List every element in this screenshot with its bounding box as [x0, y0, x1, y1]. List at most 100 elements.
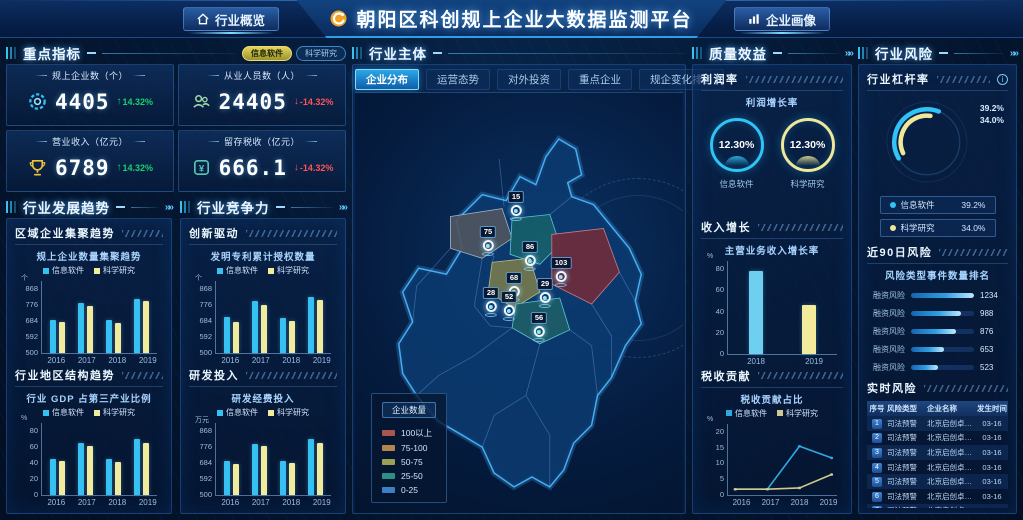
map-marker[interactable]: 75	[480, 226, 496, 256]
industry-main-title: 行业主体	[369, 43, 427, 63]
tab-企业分布[interactable]: 企业分布	[355, 69, 419, 90]
map-marker[interactable]: 29	[537, 278, 553, 308]
axis-tick: 500	[199, 348, 212, 357]
risk-type: 司法预警	[887, 491, 927, 502]
bar	[252, 301, 258, 353]
section-title: 行业地区结构趋势	[15, 367, 115, 383]
occur-time: 03-16	[976, 448, 1008, 457]
bar	[280, 318, 286, 353]
hatch-decoration	[246, 372, 337, 379]
gdp-share-chart: 行业 GDP 占第三产业比例信息软件科学研究%80604020020162017…	[15, 388, 163, 508]
y-axis-unit: 个	[21, 273, 28, 283]
row-index-badge: 5	[872, 477, 882, 487]
risk-table-row[interactable]: 4司法预警北京启创卓越科技有限公司03-16	[867, 460, 1008, 475]
chart-legend-item: 信息软件	[43, 265, 84, 276]
legend-item: 75-100	[382, 443, 436, 453]
axis-tick: 500	[199, 490, 212, 499]
risk-table-row[interactable]: 1司法预警北京启创卓越科技有限公司03-16	[867, 416, 1008, 431]
risk-table-row[interactable]: 6司法预警北京启创卓越科技有限公司03-16	[867, 489, 1008, 504]
title-line	[102, 53, 236, 54]
map-marker[interactable]: 52	[501, 291, 517, 321]
tab-运营态势[interactable]: 运营态势	[426, 69, 490, 90]
marker-value: 75	[480, 226, 496, 238]
more-chevrons-icon[interactable]: »»	[845, 48, 852, 59]
rank-value: 876	[980, 327, 1006, 336]
map-marker[interactable]: 86	[522, 241, 538, 271]
rank-bar-fill	[911, 293, 974, 298]
risk-table-row[interactable]: 3司法预警北京启创卓越科技有限公司03-16	[867, 445, 1008, 460]
map-legend-items: 100以上75-10050-7525-500-25	[382, 427, 436, 495]
up-arrow-icon: ↑	[117, 96, 122, 107]
panel-title-bars-icon	[352, 47, 363, 59]
card-value: 6789	[55, 156, 110, 180]
leverage-legend-item: 信息软件39.2%	[880, 196, 996, 214]
title-dash	[276, 206, 285, 208]
gauge-row: 12.30%信息软件12.30%科学研究	[701, 118, 843, 190]
toggle-信息软件[interactable]: 信息软件	[242, 46, 292, 61]
axis-label: 2016	[733, 498, 751, 507]
axis-label: 2018	[747, 357, 765, 366]
risk-table-row[interactable]: 5司法预警北京启创卓越科技有限公司03-16	[867, 474, 1008, 489]
title-line	[788, 53, 839, 54]
risk-type: 司法预警	[887, 505, 927, 508]
more-chevrons-icon[interactable]: »»	[339, 202, 346, 213]
risk-table-row[interactable]: 2司法预警北京启创卓越科技有限公司03-16	[867, 431, 1008, 446]
axis-label: 2019	[313, 498, 331, 507]
tax-contribution-chart: 税收贡献占比信息软件科学研究%201510502016201720182019	[701, 389, 843, 508]
row-index-badge: 2	[872, 433, 882, 443]
toggle-科学研究[interactable]: 科学研究	[296, 46, 346, 61]
row-index-badge: 4	[872, 463, 882, 473]
chart-title: 风险类型事件数量排名	[867, 268, 1008, 282]
legend-swatch-icon	[217, 268, 223, 274]
bar	[106, 320, 112, 353]
rank-label: 融资风险	[869, 308, 905, 319]
legend-swatch-icon	[777, 410, 783, 416]
callout-info-software: 39.2%	[980, 102, 1004, 114]
nav-industry-overview[interactable]: 行业概览	[183, 7, 279, 31]
chart-legend: 信息软件科学研究	[701, 408, 843, 419]
legend-swatch	[382, 487, 395, 493]
legend-item: 100以上	[382, 427, 436, 439]
chart-title: 行业 GDP 占第三产业比例	[15, 391, 163, 405]
gauge-value: 12.30%	[719, 139, 755, 151]
bar	[134, 299, 140, 353]
tab-重点企业[interactable]: 重点企业	[568, 69, 632, 90]
map-marker[interactable]: 28	[483, 287, 499, 317]
bar	[289, 321, 295, 353]
chart-legend: 信息软件科学研究	[15, 407, 163, 418]
pin-icon	[483, 240, 494, 251]
info-icon[interactable]	[997, 74, 1008, 85]
risk-table-row[interactable]: 7司法预警北京启创卓越科技有限公司03-16	[867, 504, 1008, 508]
enterprise-agglomeration-chart: 规上企业数量集聚趋势信息软件科学研究个868776684592500201620…	[15, 246, 163, 366]
rank-bar-fill	[911, 365, 938, 370]
y-axis-unit: %	[21, 415, 27, 422]
map-marker[interactable]: 15	[508, 191, 524, 221]
axis-tick: 10	[716, 458, 724, 467]
tab-对外投资[interactable]: 对外投资	[497, 69, 561, 90]
rank-label: 融资风险	[869, 290, 905, 301]
map-marker[interactable]: 103	[551, 257, 572, 287]
marker-value: 15	[508, 191, 524, 203]
income-growth-chart: 主营业务收入增长率%80604020020182019	[701, 240, 843, 366]
legend-swatch-icon	[43, 410, 49, 416]
y-axis-unit: %	[707, 253, 713, 260]
axis-tick: 20	[716, 427, 724, 436]
nav-enterprise-portrait[interactable]: 企业画像	[734, 7, 830, 31]
patent-chart: 发明专利累计授权数量信息软件科学研究个868776684592500201620…	[189, 246, 337, 366]
axis-tick: 15	[716, 443, 724, 452]
company-name: 北京启创卓越科技有限公司	[927, 418, 976, 429]
legend-swatch-icon	[43, 268, 49, 274]
more-chevrons-icon[interactable]: »»	[1010, 48, 1017, 59]
rank-label: 融资风险	[869, 344, 905, 355]
map-marker[interactable]: 56	[531, 312, 547, 342]
legend-label: 100以上	[401, 427, 432, 439]
industry-risk-panel: 行业风险 »» 行业杠杆率 39.2% 34.0% 信息软件39.2%科学研究3…	[858, 42, 1017, 514]
bar	[87, 446, 93, 495]
risk-rank-row: 融资风险1234	[869, 290, 1006, 301]
pin-ring-icon	[482, 252, 494, 256]
chart-legend-item: 科学研究	[94, 407, 135, 418]
axis-tick: 868	[25, 284, 38, 293]
people-icon	[191, 91, 212, 112]
axis-tick: 40	[30, 458, 38, 467]
more-chevrons-icon[interactable]: »»	[165, 202, 172, 213]
